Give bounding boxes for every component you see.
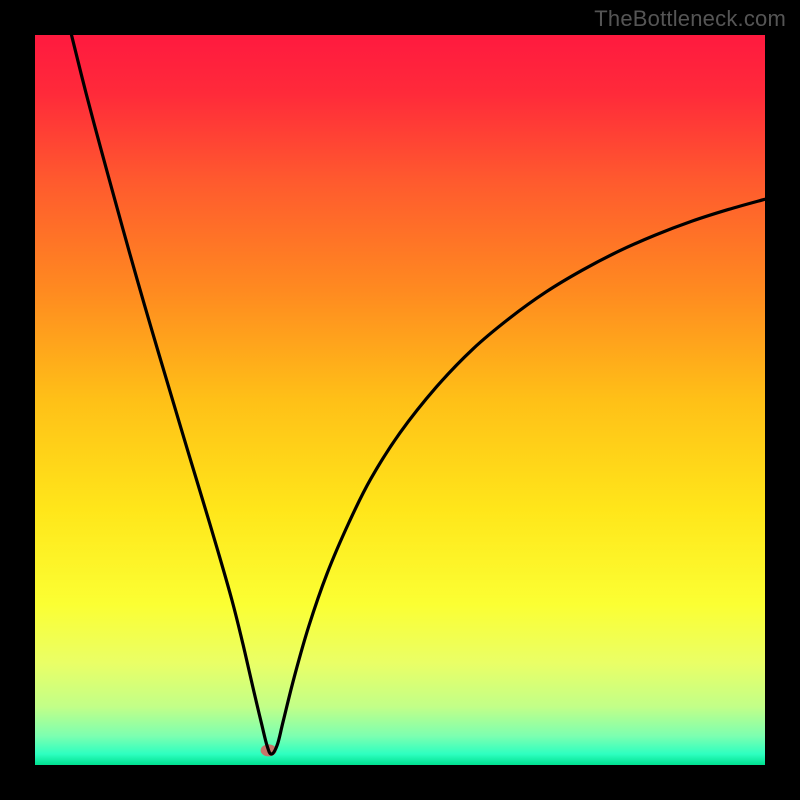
gradient-background [35,35,765,765]
attribution-label: TheBottleneck.com [594,6,786,32]
chart-plot-area [35,35,765,765]
chart-frame: TheBottleneck.com [0,0,800,800]
bottleneck-chart [35,35,765,765]
